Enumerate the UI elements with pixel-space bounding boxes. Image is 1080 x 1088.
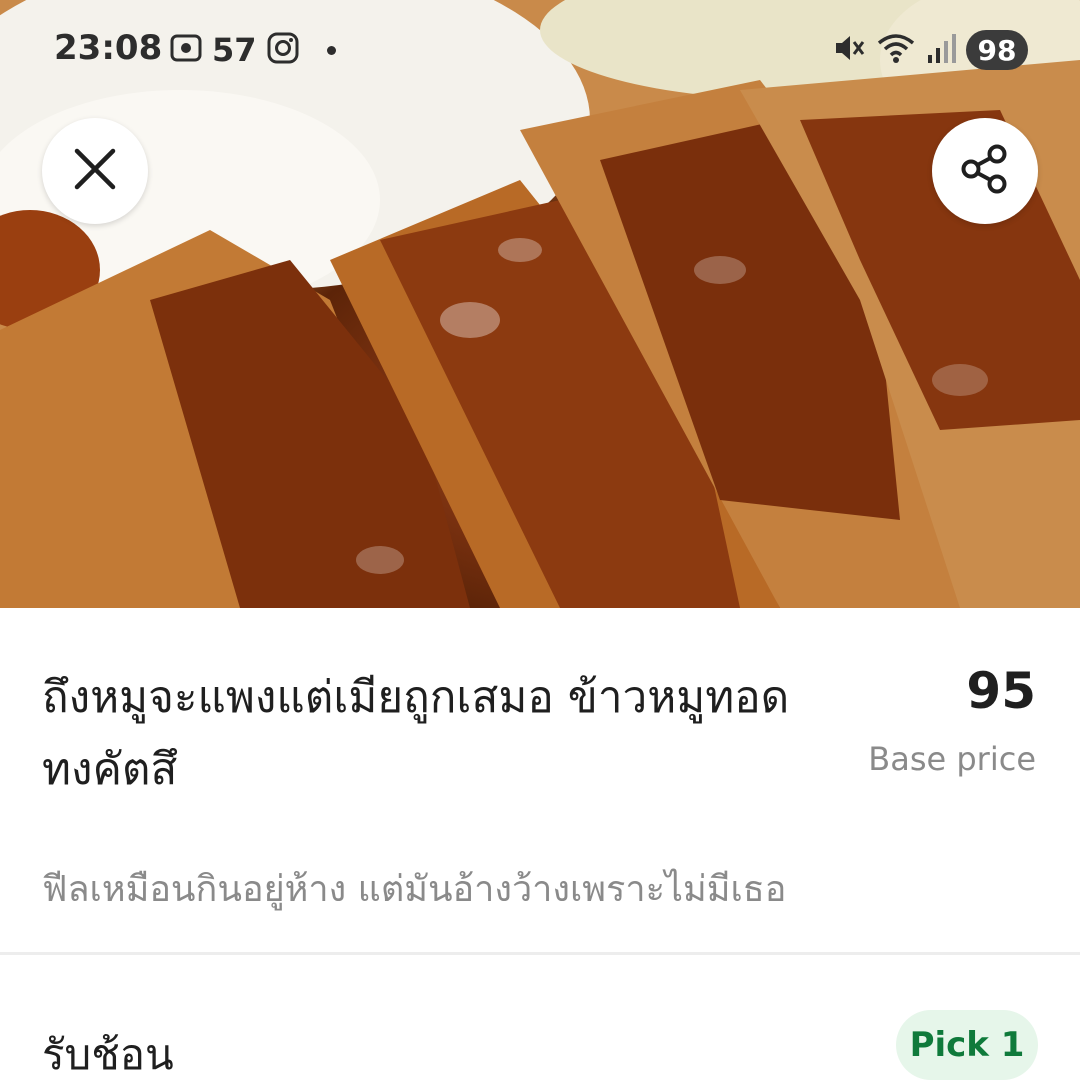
item-price: 95	[966, 662, 1036, 720]
wifi-icon	[876, 31, 916, 69]
option-group-title: รับช้อน	[42, 1030, 174, 1079]
screen-record-icon	[168, 30, 204, 70]
price-label: Base price	[868, 740, 1036, 778]
share-button[interactable]	[932, 118, 1038, 224]
notification-count: 57	[212, 31, 257, 69]
status-time: 23:08	[54, 28, 163, 68]
close-icon	[72, 146, 118, 196]
close-button[interactable]	[42, 118, 148, 224]
item-title: ถึงหมูจะแพงแต่เมียถูกเสมอ ข้าวหมูทอดทงคั…	[42, 672, 790, 795]
status-dot	[326, 45, 336, 55]
status-bar: 23:08 57 98	[0, 0, 1080, 100]
battery-indicator: 98	[966, 30, 1028, 70]
instagram-icon	[265, 30, 301, 70]
status-right-icons: 98	[832, 30, 1028, 70]
item-description: ฟีลเหมือนกินอยู่ห้าง แต่มันอ้างว้างเพราะ…	[42, 869, 787, 910]
signal-icon	[926, 31, 956, 69]
pick-requirement-badge: Pick 1	[896, 1010, 1038, 1080]
mute-icon	[832, 31, 866, 69]
section-divider	[0, 952, 1080, 955]
status-left-icons: 57	[168, 30, 336, 70]
share-icon	[959, 143, 1011, 199]
